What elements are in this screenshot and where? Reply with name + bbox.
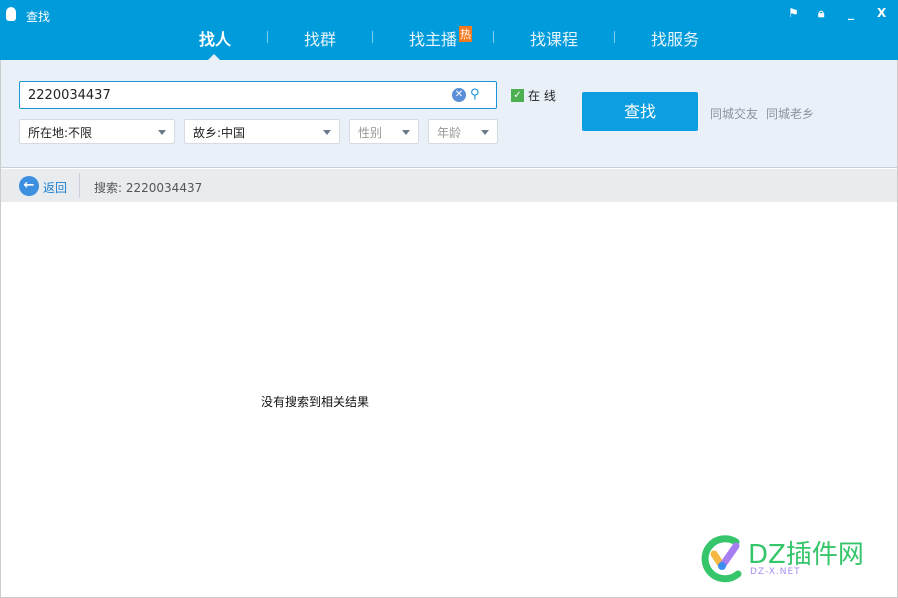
search-panel: 2220034437 ✕ ⚲ ✓ 在 线 所在地:不限 故乡:中国 性别 年龄 … — [0, 60, 898, 168]
result-nav-bar: ← 返回 搜索: 2220034437 — [0, 169, 898, 202]
clear-icon[interactable]: ✕ — [452, 88, 466, 102]
age-select[interactable]: 年龄 — [428, 119, 498, 144]
online-label: 在 线 — [528, 89, 556, 103]
window-title: 查找 — [26, 10, 51, 24]
location-pin-icon[interactable]: ⚲ — [470, 87, 480, 102]
close-button[interactable]: X — [877, 6, 886, 20]
back-link[interactable]: 返回 — [43, 179, 67, 196]
search-button[interactable]: 查找 — [582, 92, 698, 131]
tab-find-people[interactable]: 找人 — [199, 26, 231, 50]
dropdown-arrow-icon — [481, 130, 489, 135]
select-value: 故乡:中国 — [193, 126, 246, 140]
tab-find-course[interactable]: 找课程 — [530, 26, 578, 50]
same-city-hometown-link[interactable]: 同城老乡 — [766, 107, 814, 121]
query-value: 2220034437 — [125, 181, 203, 195]
location-select[interactable]: 所在地:不限 — [19, 119, 175, 144]
online-checkbox[interactable]: ✓ — [511, 89, 524, 102]
qq-logo-icon — [6, 7, 16, 21]
hometown-select[interactable]: 故乡:中国 — [184, 119, 340, 144]
watermark-subtext: DZ-X.NET — [750, 567, 801, 577]
empty-result-message: 没有搜索到相关结果 — [261, 395, 370, 409]
minimize-button[interactable]: _ — [848, 6, 854, 20]
search-query: 搜索: 2220034437 — [94, 179, 202, 196]
title-bar: 查找 ⚑ 🔒︎ _ X 找人 找群 找主播热 找课程 找服务 — [0, 0, 898, 60]
tab-find-streamer[interactable]: 找主播热 — [409, 26, 473, 50]
dropdown-arrow-icon — [402, 130, 410, 135]
search-input[interactable]: 2220034437 — [19, 81, 497, 109]
logo-icon — [701, 535, 742, 583]
feedback-icon[interactable]: ⚑ — [788, 6, 799, 20]
select-value: 性别 — [358, 126, 383, 140]
select-value: 年龄 — [437, 126, 462, 140]
watermark-logo: DZ插件网 DZ-X.NET — [698, 530, 888, 585]
tab-find-service[interactable]: 找服务 — [651, 26, 699, 50]
lock-icon[interactable]: 🔒︎ — [818, 6, 824, 21]
select-value: 所在地:不限 — [28, 126, 93, 140]
watermark-text: DZ插件网 — [748, 540, 864, 570]
hot-badge: 热 — [459, 26, 473, 42]
query-label: 搜索: — [94, 181, 123, 195]
gender-select[interactable]: 性别 — [349, 119, 419, 144]
tab-label: 找主播 — [409, 30, 458, 49]
dropdown-arrow-icon — [158, 130, 166, 135]
same-city-friends-link[interactable]: 同城交友 — [710, 107, 758, 121]
dropdown-arrow-icon — [323, 130, 331, 135]
tab-find-group[interactable]: 找群 — [304, 26, 336, 50]
back-arrow-icon[interactable]: ← — [19, 176, 39, 196]
